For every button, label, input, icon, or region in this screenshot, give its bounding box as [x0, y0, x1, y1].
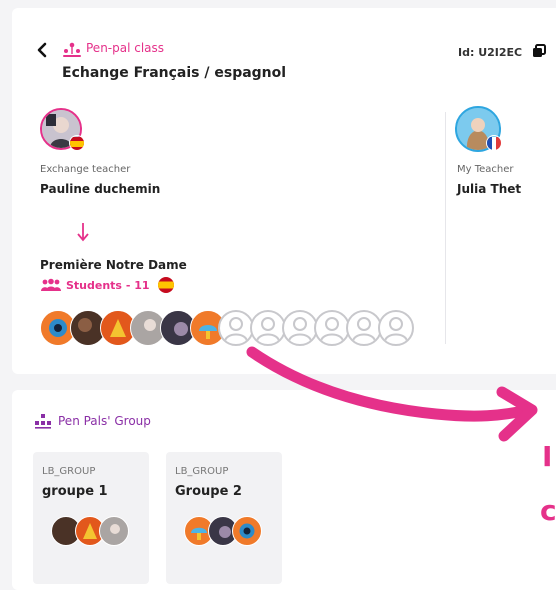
group-member-avatar[interactable]: [99, 516, 129, 546]
pen-pals-group-icon: [35, 414, 51, 429]
overlay-text-line1: I: [542, 440, 553, 473]
students-icon: [41, 278, 61, 291]
exchange-teacher-role: Exchange teacher: [40, 164, 131, 175]
chevron-left-icon[interactable]: [36, 42, 48, 58]
arrow-down-icon: [77, 223, 89, 242]
group-name: Groupe 2: [175, 484, 242, 499]
group-member-avatar[interactable]: [232, 516, 262, 546]
group-code: LB_GROUP: [42, 466, 96, 477]
class-title: Echange Français / espagnol: [62, 65, 287, 81]
group-card[interactable]: LB_GROUP groupe 1: [33, 452, 149, 584]
annotation-arrow-icon: [246, 346, 538, 442]
exchange-school-name: Première Notre Dame: [40, 258, 187, 272]
pen-pal-class-icon: [63, 42, 81, 57]
group-code: LB_GROUP: [175, 466, 229, 477]
france-flag-icon: [486, 135, 502, 151]
students-count-label: Students - 11: [66, 278, 150, 292]
column-divider: [445, 112, 446, 344]
pen-pals-group-title: Pen Pals' Group: [58, 414, 151, 428]
my-teacher-name: Julia Thet: [457, 182, 522, 196]
copy-icon[interactable]: [532, 44, 546, 58]
group-name: groupe 1: [42, 484, 108, 499]
spain-flag-icon: [157, 277, 174, 293]
exchange-teacher-name: Pauline duchemin: [40, 182, 161, 196]
class-id: Id: U2I2EC: [458, 46, 523, 59]
students-count-row[interactable]: Students - 11: [40, 276, 174, 294]
my-teacher-role: My Teacher: [457, 164, 514, 175]
spain-flag-icon: [69, 135, 85, 151]
class-card: Pen-pal class Echange Français / espagno…: [12, 8, 556, 374]
group-card[interactable]: LB_GROUP Groupe 2: [166, 452, 282, 584]
overlay-text-line2: c: [540, 494, 556, 527]
class-type-label: Pen-pal class: [86, 41, 165, 55]
